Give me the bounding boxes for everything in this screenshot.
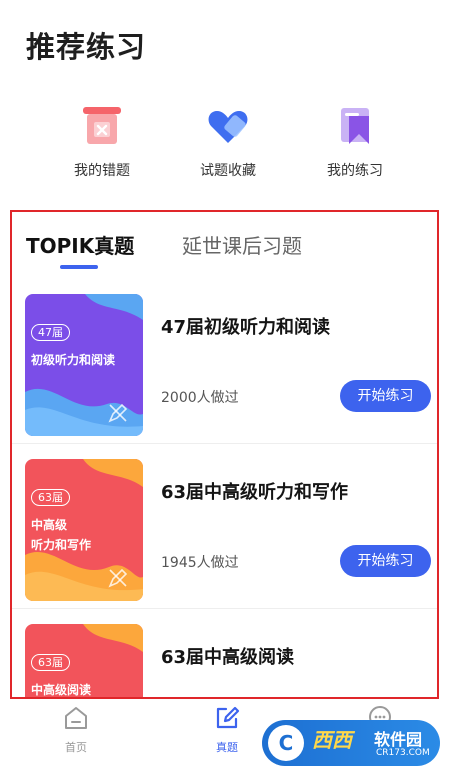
exam-card[interactable]: 63届 中高级阅读 63届中高级阅读: [12, 610, 437, 697]
edit-icon: [216, 706, 240, 729]
watermark-url: CR173.COM: [376, 748, 430, 758]
start-practice-button[interactable]: 开始练习: [340, 545, 431, 577]
nav-exam-questions[interactable]: 真题: [197, 704, 257, 755]
start-practice-button[interactable]: 开始练习: [340, 380, 431, 412]
tab-yonsei-exercises[interactable]: 延世课后习题: [182, 230, 302, 259]
watermark-subtitle: 软件园: [374, 730, 423, 749]
exam-thumbnail: 47届 初级听力和阅读: [25, 294, 143, 436]
thumbnail-text: 中高级 听力和写作: [31, 518, 92, 552]
practice-panel: TOPIK真题 延世课后习题 47届 初级听力和阅读 47届初级听力和阅读 20…: [10, 210, 439, 699]
nav-home[interactable]: 首页: [46, 704, 106, 755]
my-wrong-questions-button[interactable]: 我的错题: [37, 104, 167, 180]
exam-title: 63届中高级听力和写作: [161, 482, 349, 503]
exam-title: 47届初级听力和阅读: [161, 317, 331, 338]
exam-thumbnail: 63届 中高级阅读: [25, 624, 143, 697]
exam-card[interactable]: 63届 中高级 听力和写作 63届中高级听力和写作 1945人做过 开始练习: [12, 445, 437, 609]
shortcut-label: 我的错题: [74, 163, 130, 179]
bookmark-practice-icon: [333, 104, 377, 148]
exam-card[interactable]: 47届 初级听力和阅读 47届初级听力和阅读 2000人做过 开始练习: [12, 280, 437, 444]
exam-title: 63届中高级阅读: [161, 647, 295, 668]
active-tab-indicator: [60, 265, 98, 269]
wrong-questions-icon: [80, 104, 124, 148]
watermark-name: 西西: [312, 728, 352, 752]
home-icon: [65, 707, 87, 729]
heart-favorite-icon: [206, 104, 250, 148]
shortcut-label: 试题收藏: [200, 163, 256, 179]
site-watermark: C 西西 软件园 CR173.COM: [262, 720, 440, 766]
participant-count: 1945人做过: [161, 555, 239, 571]
exam-badge: 63届: [31, 654, 70, 671]
thumbnail-text: 中高级阅读: [31, 683, 92, 697]
exam-badge: 47届: [31, 324, 70, 341]
shortcut-label: 我的练习: [327, 163, 383, 179]
tab-topik[interactable]: TOPIK真题: [26, 230, 134, 259]
favorite-questions-button[interactable]: 试题收藏: [163, 104, 293, 180]
exam-badge: 63届: [31, 489, 70, 506]
nav-label: 真题: [216, 741, 238, 754]
pencil-ruler-icon: [108, 568, 128, 588]
participant-count: 2000人做过: [161, 390, 239, 406]
thumbnail-text: 初级听力和阅读: [31, 353, 116, 367]
watermark-logo-icon: C: [268, 725, 304, 761]
exam-thumbnail: 63届 中高级 听力和写作: [25, 459, 143, 601]
my-practice-button[interactable]: 我的练习: [290, 104, 420, 180]
pencil-ruler-icon: [108, 403, 128, 423]
page-title: 推荐练习: [26, 30, 147, 64]
nav-label: 首页: [65, 741, 87, 754]
